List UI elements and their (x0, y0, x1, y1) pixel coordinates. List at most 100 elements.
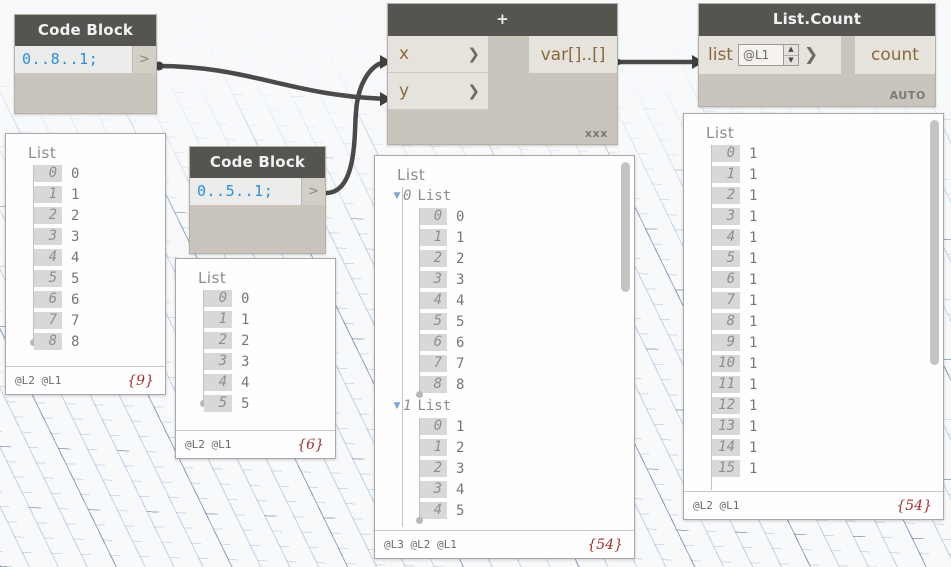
preview-body: List ▼ 0 List 0 0 1 1 2 2 3 3 4 4 5 5 6 6 7 7 8 8 ▼ 1 List 0 1 1 2 2… (375, 156, 634, 530)
list-item: 51 (684, 248, 943, 269)
preview-count: {54} (896, 497, 932, 514)
preview-footer: @L2 @L1 {54} (684, 491, 943, 519)
list-item-index: 5 (204, 395, 232, 412)
node-list-count[interactable]: List.Count list @L1 ▲ ▼ ❯ count AUTO (698, 3, 936, 107)
list-item-value: 1 (749, 250, 758, 267)
list-item-index: 1 (34, 186, 62, 203)
input-port-x-label: x (399, 44, 410, 64)
list-item: 12 1 (684, 395, 943, 416)
preview-scrollbar[interactable] (621, 162, 630, 292)
list-item-value: 0 (241, 290, 250, 307)
input-port-x[interactable]: x ❯ (388, 36, 488, 73)
list-item-index: 6 (419, 334, 447, 351)
list-item-value: 1 (749, 418, 758, 435)
chevron-right-icon: ❯ (467, 45, 480, 63)
input-port-y[interactable]: y ❯ (388, 73, 488, 110)
node-plus[interactable]: + x ❯ y ❯ var[]..[] xxx (387, 3, 618, 145)
list-item: 91 (684, 332, 943, 353)
output-ports: count (855, 36, 935, 74)
lacing-indicator[interactable]: xxx (388, 110, 617, 144)
preview-root-label: List (28, 144, 57, 162)
list-item-value: 1 (749, 166, 758, 183)
list-item: 01 (684, 143, 943, 164)
list-item-value: 3 (71, 228, 80, 245)
output-port-count[interactable]: count (855, 36, 935, 74)
list-item: 23 (375, 458, 634, 479)
list-item: 44 (375, 290, 634, 311)
dynamo-canvas[interactable]: Code Block 0..8..1; > Code Block 0..5..1… (0, 0, 951, 567)
preview-count: {6} (297, 436, 324, 453)
preview-panel-codeblock1[interactable]: List 001122334455667788 @L2 @L1 {9} (5, 133, 166, 395)
list-item-value: 3 (241, 353, 250, 370)
level-stepper[interactable]: @L1 ▲ ▼ (737, 44, 799, 66)
list-item-index: 0 (419, 208, 447, 225)
list-item: 01 (375, 416, 634, 437)
input-port-list[interactable]: list @L1 ▲ ▼ ❯ (699, 36, 841, 74)
preview-panel-codeblock2[interactable]: List 001122334455 @L2 @L1 {6} (175, 258, 336, 459)
list-item-value: 2 (456, 439, 465, 456)
list-item-value: 1 (749, 208, 758, 225)
output-port-1[interactable]: > (301, 178, 325, 205)
list-item: 33 (6, 226, 165, 247)
list-item: 81 (684, 311, 943, 332)
list-item: 34 (375, 479, 634, 500)
list-item: 11 (176, 309, 335, 330)
stepper-up-icon[interactable]: ▲ (783, 45, 798, 56)
list-item-value: 1 (749, 229, 758, 246)
preview-scrollbar[interactable] (930, 120, 939, 365)
list-item: 66 (375, 332, 634, 353)
list-item-value: 4 (71, 249, 80, 266)
list-item-index: 8 (34, 333, 62, 350)
list-item-index: 0 (712, 145, 740, 162)
code-block-row: 0..8..1; > (15, 46, 156, 73)
preview-levels: @L2 @L1 (693, 499, 740, 512)
output-port-var[interactable]: var[]..[] (529, 36, 617, 73)
list-item-index: 1 (712, 166, 740, 183)
list-item-value: 2 (71, 207, 80, 224)
caret-down-icon[interactable]: ▼ (391, 401, 403, 411)
stepper-buttons[interactable]: ▲ ▼ (782, 45, 798, 65)
list-item-index: 7 (419, 355, 447, 372)
list-item-index: 12 (712, 397, 740, 414)
preview-root-label: List (198, 269, 227, 287)
code-block-input[interactable]: 0..5..1; (190, 178, 301, 205)
preview-panel-plus[interactable]: List ▼ 0 List 0 0 1 1 2 2 3 3 4 4 5 5 6 6 7 7 8 8 ▼ 1 List 0 1 1 2 2… (374, 155, 635, 559)
list-item: 11 (684, 164, 943, 185)
list-item-index: 3 (204, 353, 232, 370)
list-item-value: 5 (456, 502, 465, 519)
list-item-value: 1 (749, 439, 758, 456)
sublist-header[interactable]: ▼ 1 List (375, 395, 634, 416)
sublist-header[interactable]: ▼ 0 List (375, 185, 634, 206)
list-item-index: 3 (34, 228, 62, 245)
list-item-value: 3 (456, 460, 465, 477)
list-item-index: 8 (419, 376, 447, 393)
list-item: 11 1 (684, 374, 943, 395)
tree-spine-dot (416, 391, 423, 398)
stepper-down-icon[interactable]: ▼ (783, 55, 798, 65)
list-item-value: 1 (749, 355, 758, 372)
list-item-value: 1 (749, 187, 758, 204)
list-item-index: 3 (712, 208, 740, 225)
list-item-value: 6 (71, 291, 80, 308)
list-item: 13 1 (684, 416, 943, 437)
preview-rows: 001122334455 (176, 288, 335, 414)
node-title: Code Block (190, 147, 325, 178)
list-item-value: 4 (456, 481, 465, 498)
list-item: 12 (375, 437, 634, 458)
list-item: 88 (6, 331, 165, 352)
caret-down-icon[interactable]: ▼ (391, 191, 403, 201)
input-port-list-label: list (708, 45, 733, 65)
list-item-index: 14 (712, 439, 740, 456)
output-port-1[interactable]: > (132, 46, 156, 73)
lacing-indicator[interactable]: AUTO (699, 74, 935, 106)
list-item-index: 0 (419, 418, 447, 435)
list-item-index: 1 (419, 229, 447, 246)
list-item-index: 0 (34, 165, 62, 182)
node-code-block-2[interactable]: Code Block 0..5..1; > (189, 146, 326, 254)
node-code-block-1[interactable]: Code Block 0..8..1; > (14, 14, 157, 114)
input-ports: x ❯ y ❯ (388, 36, 488, 110)
list-item-value: 1 (749, 376, 758, 393)
list-item-index: 11 (712, 376, 740, 393)
preview-panel-listcount[interactable]: List 0 1 1 1 2 1 3 1 4 1 5 1 6 1 7 1 8 1 9 1 10 1 11 1 12 1 13 1 14 1… (683, 113, 944, 520)
code-block-input[interactable]: 0..8..1; (15, 46, 132, 73)
